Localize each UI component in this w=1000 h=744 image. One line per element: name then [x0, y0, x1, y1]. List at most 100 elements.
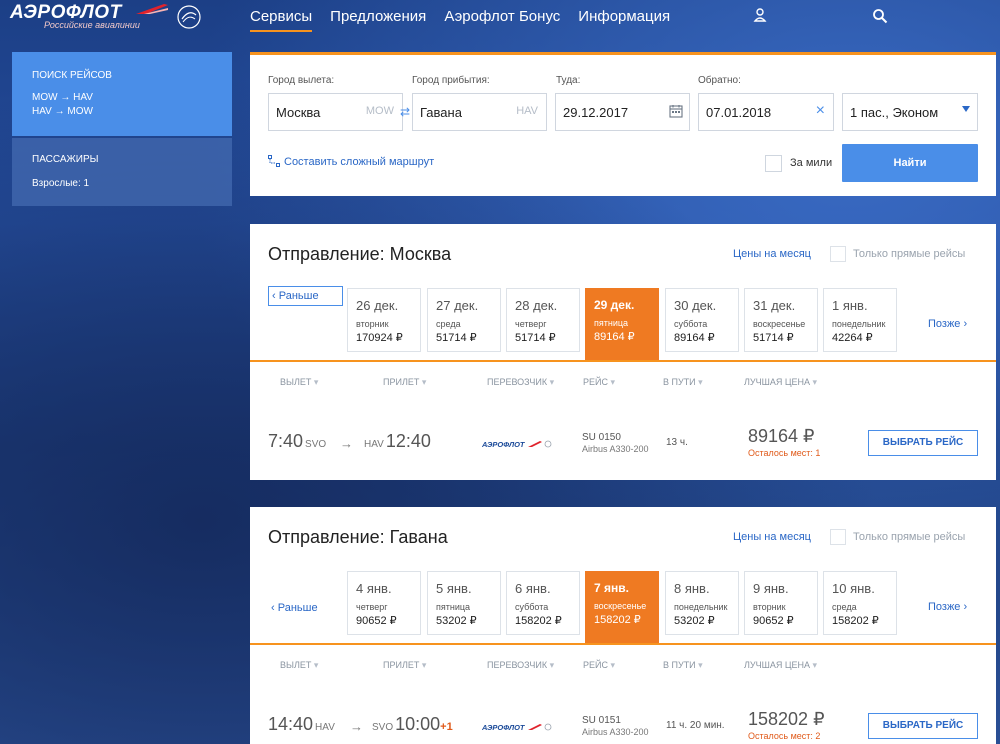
- day-date: 6 янв.: [515, 581, 551, 596]
- inbound-price: 158202 ₽: [748, 709, 825, 729]
- nav-offers[interactable]: Предложения: [330, 0, 426, 32]
- nav-services[interactable]: Сервисы: [250, 0, 313, 32]
- day-weekday: суббота: [674, 319, 708, 329]
- outbound-aircraft: Airbus A330-200: [582, 444, 649, 454]
- inbound-day-6[interactable]: 9 янв. вторник 90652 ₽: [744, 571, 818, 635]
- outbound-day-7[interactable]: 1 янв. понедельник 42264 ₽: [823, 288, 897, 352]
- col-arrival[interactable]: ПРИЛЕТ: [383, 660, 426, 671]
- sidebar-passengers[interactable]: ПАССАЖИРЫ Взрослые: 1: [12, 138, 232, 206]
- day-weekday: вторник: [356, 319, 389, 329]
- col-duration[interactable]: В ПУТИ: [663, 377, 703, 388]
- passengers-select-value: 1 пас., Эконом: [850, 105, 939, 120]
- inbound-day-3[interactable]: 6 янв. суббота 158202 ₽: [506, 571, 580, 635]
- col-duration[interactable]: В ПУТИ: [663, 660, 703, 671]
- outbound-earlier-label: Раньше: [278, 290, 319, 302]
- outbound-day-selected[interactable]: 29 дек. пятница 89164 ₽: [585, 288, 659, 360]
- day-weekday: вторник: [753, 602, 786, 612]
- from-city-input[interactable]: Москва MOW: [268, 93, 403, 131]
- day-date: 28 дек.: [515, 298, 558, 313]
- calendar-icon[interactable]: [669, 104, 683, 118]
- chevron-down-icon: [962, 106, 970, 112]
- outbound-later-label: Позже: [928, 318, 961, 330]
- outbound-select-button[interactable]: ВЫБРАТЬ РЕЙС: [868, 430, 978, 456]
- search-icon[interactable]: [872, 8, 888, 24]
- inbound-day-2[interactable]: 5 янв. пятница 53202 ₽: [427, 571, 501, 635]
- plus-day: +1: [440, 721, 453, 733]
- col-carrier[interactable]: ПЕРЕВОЗЧИК: [487, 660, 554, 671]
- to-city-input[interactable]: Гавана HAV: [412, 93, 547, 131]
- col-flight[interactable]: РЕЙС: [583, 377, 615, 388]
- dep-time: 7:40: [268, 431, 304, 451]
- nav-info[interactable]: Информация: [578, 0, 670, 32]
- depart-date-value: 29.12.2017: [563, 105, 629, 120]
- back-label: Обратно:: [698, 75, 741, 86]
- day-price: 90652 ₽: [356, 615, 397, 627]
- col-departure[interactable]: ВЫЛЕТ: [280, 660, 318, 671]
- arrow-right-icon: →: [340, 436, 353, 451]
- complex-route-label: Составить сложный маршрут: [284, 156, 435, 168]
- inbound-day-5[interactable]: 8 янв. понедельник 53202 ₽: [665, 571, 739, 635]
- outbound-day-2[interactable]: 27 дек. среда 51714 ₽: [427, 288, 501, 352]
- col-best-price[interactable]: ЛУЧШАЯ ЦЕНА: [744, 377, 817, 388]
- outbound-earlier-button[interactable]: ‹ Раньше: [268, 286, 343, 306]
- col-flight[interactable]: РЕЙС: [583, 660, 615, 671]
- day-weekday: четверг: [356, 602, 388, 612]
- dep-time: 14:40: [268, 714, 314, 734]
- day-weekday: среда: [832, 602, 857, 612]
- outbound-day-1[interactable]: 26 дек. вторник 170924 ₽: [347, 288, 421, 352]
- sidebar-route-outbound: MOW → HAV: [32, 92, 93, 103]
- day-date: 31 дек.: [753, 298, 796, 313]
- sidebar-passengers-title: ПАССАЖИРЫ: [32, 154, 99, 165]
- day-price: 158202 ₽: [832, 615, 879, 627]
- outbound-direct-checkbox[interactable]: [830, 246, 846, 262]
- outbound-month-prices-link[interactable]: Цены на месяц: [733, 248, 811, 260]
- nav-bonus[interactable]: Аэрофлот Бонус: [444, 0, 560, 32]
- to-city-code: HAV: [516, 105, 538, 117]
- outbound-title: Отправление: Москва: [268, 244, 452, 264]
- sidebar-flight-search[interactable]: ПОИСК РЕЙСОВ MOW → HAV HAV → MOW: [12, 52, 232, 136]
- day-price: 170924 ₽: [356, 332, 403, 344]
- inbound-day-1[interactable]: 4 янв. четверг 90652 ₽: [347, 571, 421, 635]
- day-weekday: суббота: [515, 602, 549, 612]
- inbound-earlier-button[interactable]: ‹ Раньше: [268, 599, 343, 619]
- outbound-day-6[interactable]: 31 дек. воскресенье 51714 ₽: [744, 288, 818, 352]
- day-date: 1 янв.: [832, 298, 868, 313]
- return-date-input[interactable]: 07.01.2018 ×: [698, 93, 834, 131]
- from-city-value: Москва: [276, 105, 321, 120]
- inbound-direct-checkbox[interactable]: [830, 529, 846, 545]
- inbound-panel: Отправление: Гавана Цены на месяц Только…: [250, 507, 996, 744]
- inbound-day-selected[interactable]: 7 янв. воскресенье 158202 ₽: [585, 571, 659, 643]
- day-price: 53202 ₽: [674, 615, 715, 627]
- search-form: Город вылета: Москва MOW ⇄ Город прибыти…: [250, 52, 996, 196]
- arr-time: 12:40: [385, 431, 431, 451]
- inbound-later-button[interactable]: Позже ›: [928, 601, 967, 613]
- outbound-price: 89164 ₽: [748, 426, 815, 446]
- outbound-day-5[interactable]: 30 дек. суббота 89164 ₽: [665, 288, 739, 352]
- outbound-arrival: HAV 12:40: [362, 431, 431, 452]
- outbound-later-button[interactable]: Позже ›: [928, 318, 967, 330]
- day-date: 27 дек.: [436, 298, 479, 313]
- col-best-price[interactable]: ЛУЧШАЯ ЦЕНА: [744, 660, 817, 671]
- col-arrival[interactable]: ПРИЛЕТ: [383, 377, 426, 388]
- col-departure[interactable]: ВЫЛЕТ: [280, 377, 318, 388]
- user-icon[interactable]: [753, 7, 767, 23]
- clear-icon[interactable]: ×: [816, 102, 825, 120]
- inbound-day-7[interactable]: 10 янв. среда 158202 ₽: [823, 571, 897, 635]
- day-date: 9 янв.: [753, 581, 789, 596]
- aeroflot-logo[interactable]: АЭРОФЛОТ Российские авиалинии: [10, 2, 210, 36]
- outbound-divider: [250, 360, 996, 362]
- inbound-select-button[interactable]: ВЫБРАТЬ РЕЙС: [868, 713, 978, 739]
- return-date-value: 07.01.2018: [706, 105, 772, 120]
- col-carrier[interactable]: ПЕРЕВОЗЧИК: [487, 377, 554, 388]
- outbound-flight-number: SU 0150: [582, 432, 621, 443]
- arrow-right-icon: →: [350, 719, 363, 734]
- complex-route-link[interactable]: Составить сложный маршрут: [268, 155, 434, 168]
- depart-date-input[interactable]: 29.12.2017: [555, 93, 690, 131]
- miles-label: За мили: [790, 157, 833, 169]
- find-button[interactable]: Найти: [842, 144, 978, 182]
- day-date: 10 янв.: [832, 581, 875, 596]
- outbound-day-3[interactable]: 28 дек. четверг 51714 ₽: [506, 288, 580, 352]
- inbound-month-prices-link[interactable]: Цены на месяц: [733, 531, 811, 543]
- passengers-select[interactable]: 1 пас., Эконом: [842, 93, 978, 131]
- miles-checkbox[interactable]: [765, 155, 782, 172]
